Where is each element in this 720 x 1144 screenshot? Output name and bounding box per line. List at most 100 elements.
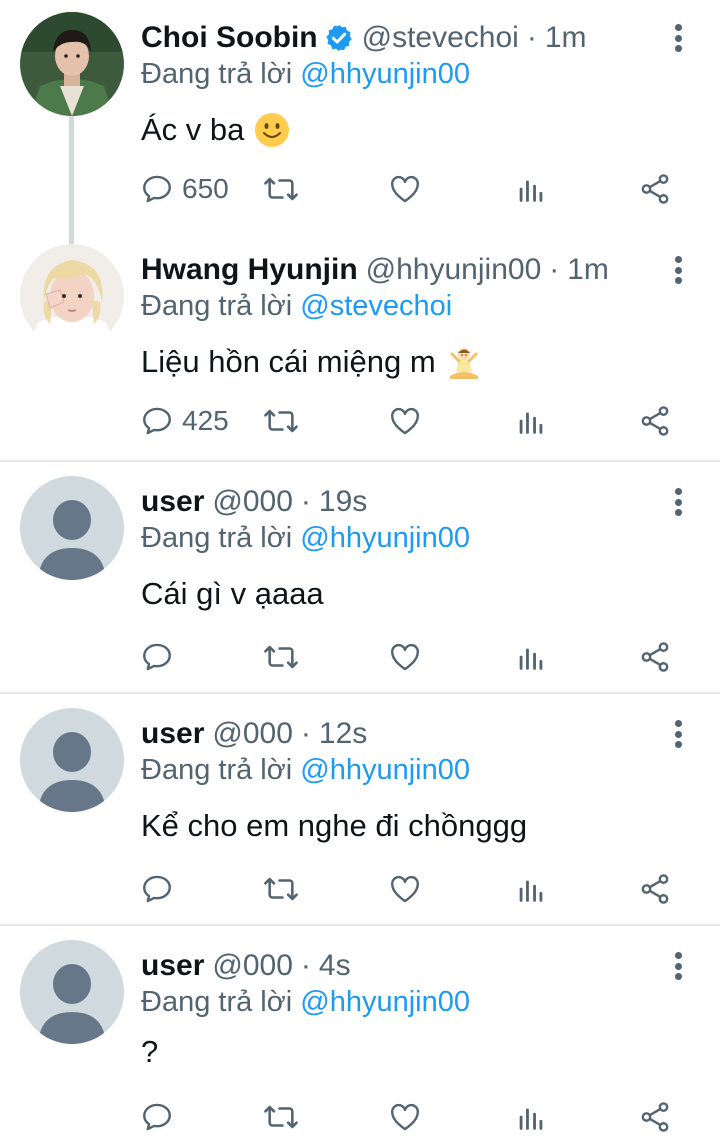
analytics-button[interactable]: [514, 1100, 548, 1134]
more-options-icon[interactable]: [662, 20, 694, 56]
analytics-icon: [519, 412, 543, 434]
username-handle[interactable]: @stevechoi: [362, 21, 519, 55]
separator-dot: ·: [300, 485, 311, 518]
like-button[interactable]: [388, 172, 422, 206]
analytics-button[interactable]: [514, 872, 548, 906]
reply-icon: [143, 1103, 171, 1131]
retweet-button[interactable]: [262, 172, 300, 206]
default-avatar-icon[interactable]: [20, 708, 124, 812]
share-button[interactable]: [638, 640, 672, 674]
username-handle[interactable]: @hhyunjin00: [366, 253, 542, 287]
avatar-hyunjin[interactable]: [20, 244, 124, 348]
tweet-text: ?: [141, 1034, 158, 1070]
tweet-text: Liệu hồn cái miệng m: [141, 344, 482, 380]
tweet-actions: [0, 1100, 720, 1144]
tweet-divider: [0, 924, 720, 926]
separator-dot: ·: [526, 21, 537, 54]
timestamp[interactable]: 12s: [319, 717, 367, 751]
analytics-button[interactable]: [514, 172, 548, 206]
tweet-text-content: Kể cho em nghe đi chồnggg: [141, 808, 528, 843]
tweet-text-content: Ác v ba: [141, 112, 245, 147]
share-button[interactable]: [638, 172, 672, 206]
username-handle[interactable]: @000: [212, 717, 293, 751]
display-name[interactable]: user: [141, 485, 204, 519]
default-avatar-icon[interactable]: [20, 940, 124, 1044]
retweet-icon: [264, 409, 298, 433]
display-name[interactable]: user: [141, 717, 204, 751]
tweet-divider: [0, 460, 720, 462]
tweet-1[interactable]: Hwang Hyunjin @hhyunjin00 · 1m Đang trả …: [0, 232, 720, 460]
reply-button[interactable]: [140, 872, 174, 906]
reply-count: 650: [182, 173, 229, 204]
tweet-header: user @000 · 12s: [141, 714, 367, 754]
more-options-icon[interactable]: [662, 948, 694, 984]
more-options-icon[interactable]: [662, 252, 694, 288]
default-avatar-icon[interactable]: [20, 476, 124, 580]
analytics-button[interactable]: [514, 404, 548, 438]
timestamp[interactable]: 1m: [545, 21, 587, 55]
like-button[interactable]: [388, 640, 422, 674]
share-icon: [641, 406, 669, 436]
retweet-button[interactable]: [262, 872, 300, 906]
username-handle[interactable]: @000: [212, 949, 293, 983]
timestamp[interactable]: 4s: [319, 949, 351, 983]
verified-badge-icon: [325, 24, 352, 52]
timestamp[interactable]: 19s: [319, 485, 367, 519]
retweet-icon: [264, 877, 298, 901]
like-button[interactable]: [388, 404, 422, 438]
retweet-button[interactable]: [262, 640, 300, 674]
tweet-text: Ác v ba: [141, 112, 290, 148]
more-options-icon[interactable]: [662, 716, 694, 752]
separator-dot: ·: [300, 949, 311, 982]
tweet-0[interactable]: Choi Soobin @stevechoi · 1m Đang trả lời…: [0, 0, 720, 244]
analytics-icon: [519, 180, 543, 202]
tweet-actions: 425: [0, 404, 720, 454]
replying-to-mention[interactable]: @hhyunjin00: [300, 58, 470, 90]
display-name[interactable]: user: [141, 949, 204, 983]
replying-to: Đang trả lời @hhyunjin00: [141, 522, 470, 555]
tweet-actions: [0, 872, 720, 922]
conversation-timeline: Choi Soobin @stevechoi · 1m Đang trả lời…: [0, 0, 720, 1144]
reply-button[interactable]: [140, 640, 174, 674]
retweet-button[interactable]: [262, 1100, 300, 1134]
retweet-button[interactable]: [262, 404, 300, 438]
replying-to-mention[interactable]: @hhyunjin00: [300, 986, 470, 1018]
tweet-2[interactable]: user @000 · 19s Đang trả lời @hhyunjin00…: [0, 464, 720, 692]
share-button[interactable]: [638, 1100, 672, 1134]
display-name[interactable]: Hwang Hyunjin: [141, 253, 358, 287]
share-button[interactable]: [638, 404, 672, 438]
username-handle[interactable]: @000: [212, 485, 293, 519]
reply-icon: [143, 407, 171, 435]
replying-to-mention[interactable]: @hhyunjin00: [300, 522, 470, 554]
replying-to-mention[interactable]: @stevechoi: [300, 290, 452, 322]
share-icon: [641, 1102, 669, 1132]
replying-to-label: Đang trả lời: [141, 986, 301, 1018]
tweet-header: Choi Soobin @stevechoi · 1m: [141, 18, 587, 58]
timestamp[interactable]: 1m: [567, 253, 609, 287]
replying-to: Đang trả lời @stevechoi: [141, 290, 452, 323]
analytics-icon: [519, 648, 543, 670]
separator-dot: ·: [549, 253, 560, 286]
like-icon: [391, 407, 419, 435]
tweet-3[interactable]: user @000 · 12s Đang trả lời @hhyunjin00…: [0, 696, 720, 924]
separator-dot: ·: [300, 717, 311, 750]
replying-to: Đang trả lời @hhyunjin00: [141, 754, 470, 787]
tweet-header: user @000 · 19s: [141, 482, 367, 522]
replying-to-mention[interactable]: @hhyunjin00: [300, 754, 470, 786]
tweet-4[interactable]: user @000 · 4s Đang trả lời @hhyunjin00 …: [0, 928, 720, 1144]
replying-to: Đang trả lời @hhyunjin00: [141, 58, 470, 91]
analytics-button[interactable]: [514, 640, 548, 674]
like-button[interactable]: [388, 872, 422, 906]
display-name[interactable]: Choi Soobin: [141, 21, 318, 55]
tweet-text-content: ?: [141, 1034, 159, 1069]
person-in-lotus-position-emoji-icon: [449, 348, 478, 379]
reply-button[interactable]: 425: [140, 404, 229, 438]
more-options-icon[interactable]: [662, 484, 694, 520]
share-button[interactable]: [638, 872, 672, 906]
like-button[interactable]: [388, 1100, 422, 1134]
tweet-text: Cái gì v ạaaa: [141, 576, 324, 612]
avatar-soobin[interactable]: [20, 12, 124, 116]
reply-button[interactable]: 650: [140, 172, 229, 206]
reply-button[interactable]: [140, 1100, 174, 1134]
reply-icon: [143, 175, 171, 203]
